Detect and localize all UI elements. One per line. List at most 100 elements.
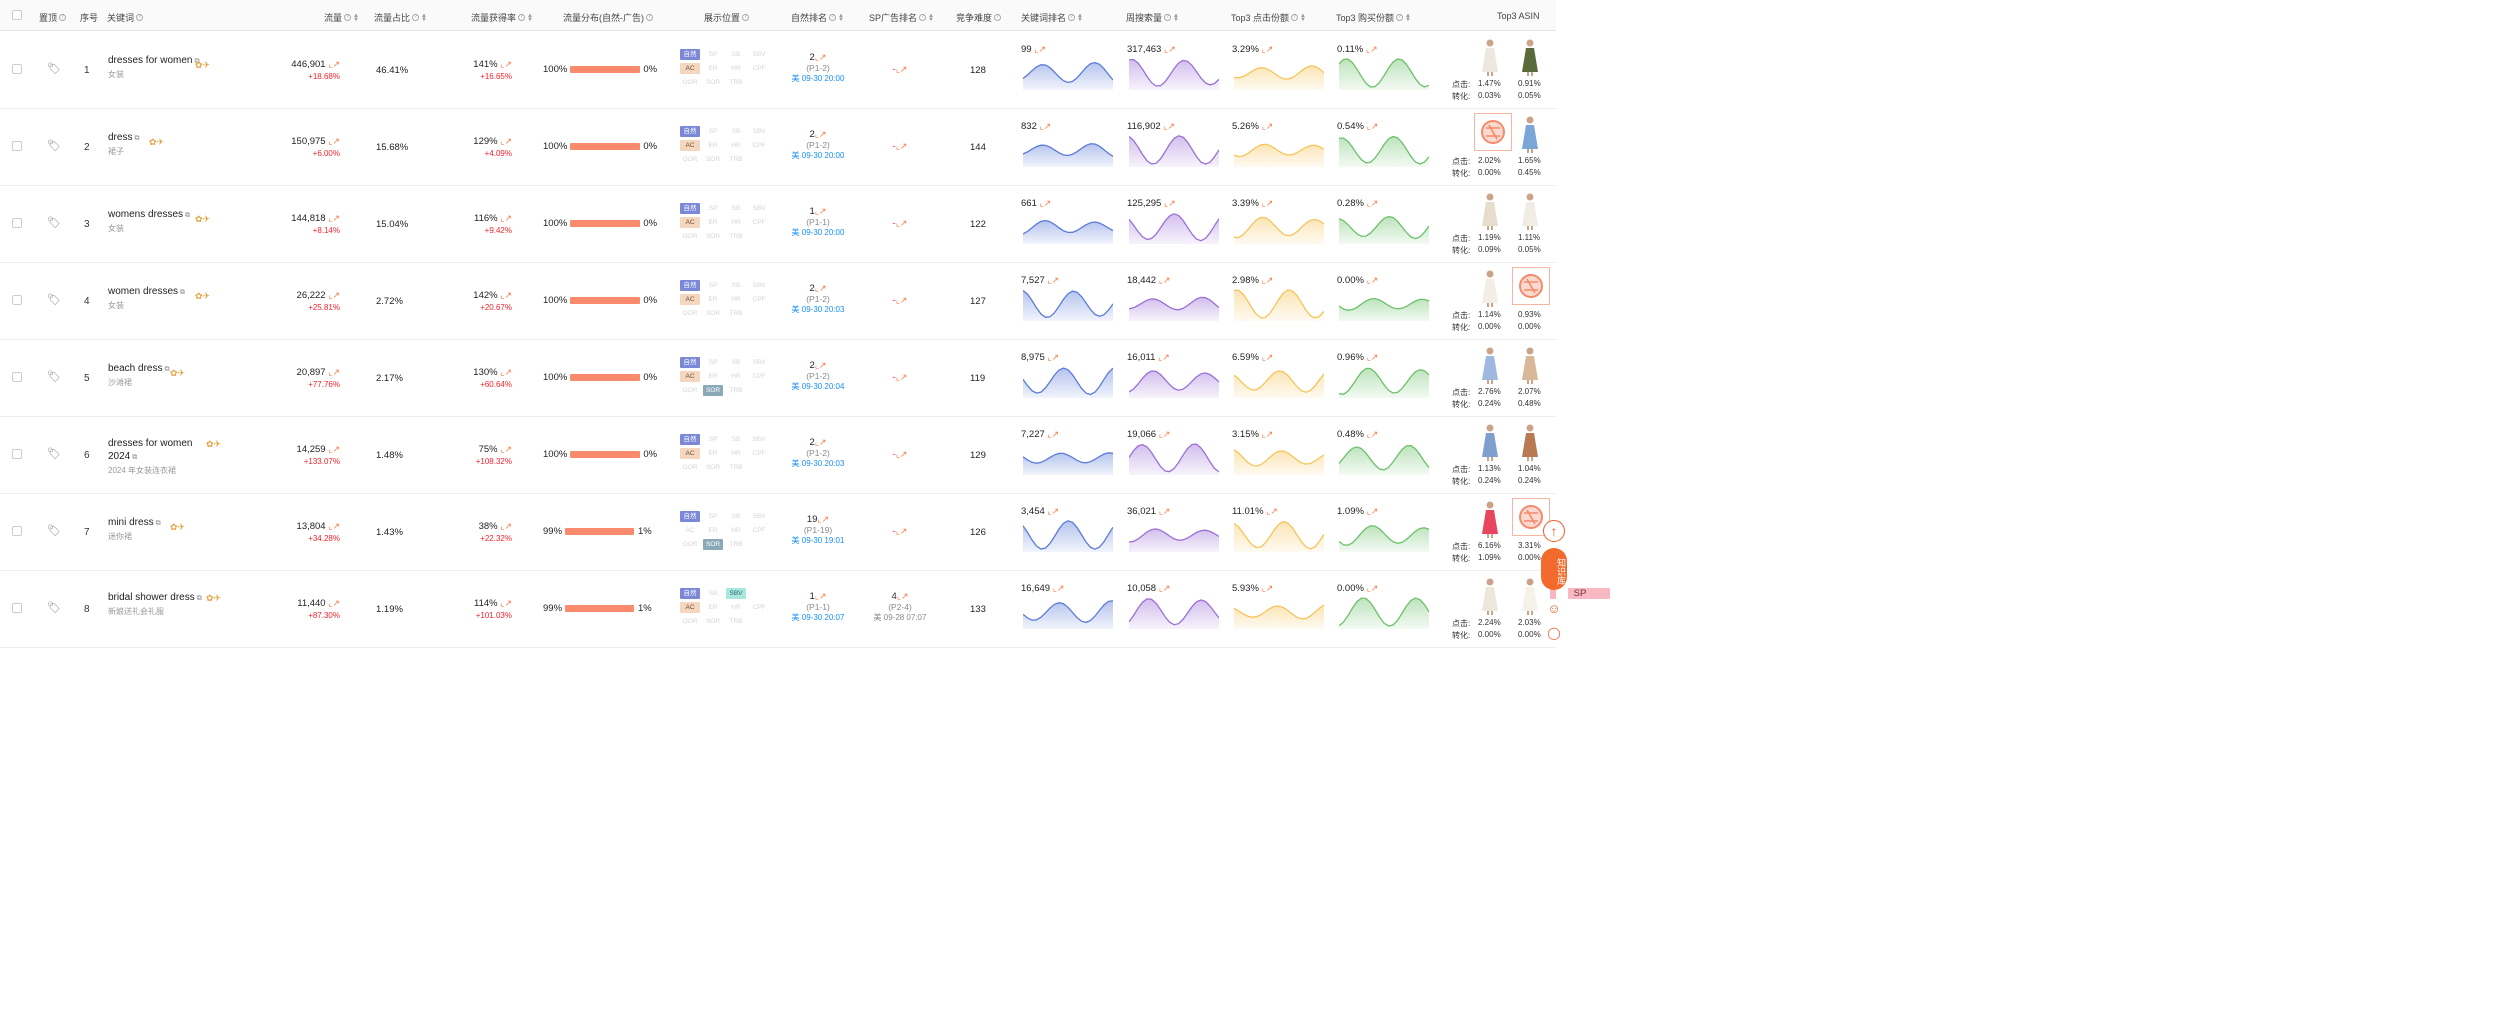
rank-timestamp[interactable]: 美 09-30 20:04 (788, 381, 848, 392)
sort-icon[interactable]: ▲ ▼ (1405, 13, 1411, 23)
trend-chart-icon[interactable]: ⌞↗ (896, 218, 908, 228)
trend-chart-icon[interactable]: ⌞↗ (1262, 583, 1274, 593)
product-thumbnail[interactable] (1478, 577, 1502, 615)
tag-icon[interactable]: 🏷 (47, 62, 61, 75)
row-checkbox[interactable] (12, 64, 22, 74)
trend-chart-icon[interactable]: ⌞↗ (1164, 198, 1176, 208)
trend-chart-icon[interactable]: ⌞↗ (1366, 44, 1378, 54)
trend-chart-icon[interactable]: ⌞↗ (500, 598, 512, 608)
product-thumbnail[interactable] (1474, 113, 1512, 151)
sort-icon[interactable]: ▲ ▼ (928, 13, 934, 23)
table-row[interactable]: 🏷 1 dresses for women ⧉ 女装 ✿✈ 446,901 ⌞↗ +18.68… (0, 32, 1556, 109)
product-thumbnail[interactable] (1478, 192, 1502, 230)
trend-chart-icon[interactable]: ⌞↗ (328, 290, 340, 300)
header-traffic-share[interactable]: 流量占比? ▲ ▼ (374, 11, 427, 24)
help-icon[interactable]: ? (344, 14, 352, 21)
trend-chart-icon[interactable]: ⌞↗ (500, 59, 512, 69)
trend-chart-icon[interactable]: ⌞↗ (500, 444, 512, 454)
product-thumbnail[interactable] (1518, 38, 1542, 76)
trend-chart-icon[interactable]: ⌞↗ (1367, 583, 1379, 593)
header-acquisition-rate[interactable]: 流量获得率? ▲ ▼ (471, 11, 533, 24)
row-checkbox[interactable] (12, 295, 22, 305)
trend-chart-icon[interactable]: ⌞↗ (1163, 121, 1175, 131)
select-all-checkbox[interactable] (12, 10, 22, 20)
product-thumbnail[interactable] (1478, 38, 1502, 76)
trend-chart-icon[interactable]: ⌞↗ (896, 449, 908, 459)
help-icon[interactable]: ? (59, 14, 67, 21)
trend-chart-icon[interactable]: ⌞↗ (1262, 275, 1274, 285)
row-checkbox[interactable] (12, 603, 22, 613)
help-icon[interactable]: ? (829, 14, 837, 21)
keyword-text[interactable]: bridal shower dress ⧉ (108, 591, 208, 605)
trend-chart-icon[interactable]: ⌞↗ (897, 591, 909, 601)
trend-chart-icon[interactable]: ⌞↗ (1159, 506, 1171, 516)
help-icon[interactable]: ? (1164, 14, 1172, 21)
back-to-top-icon[interactable]: ↑ (1543, 520, 1565, 542)
tag-icon[interactable]: 🏷 (47, 370, 61, 383)
trend-chart-icon[interactable]: ⌞↗ (1040, 121, 1052, 131)
rank-timestamp[interactable]: 美 09-30 20:00 (788, 150, 848, 161)
product-thumbnail[interactable] (1518, 115, 1542, 153)
help-icon[interactable]: ? (1396, 14, 1404, 21)
trend-chart-icon[interactable]: ⌞↗ (1262, 121, 1274, 131)
knowledge-base-button[interactable]: 知识库 (1541, 548, 1567, 590)
trend-chart-icon[interactable]: ⌞↗ (1159, 583, 1171, 593)
trend-chart-icon[interactable]: ⌞↗ (500, 136, 512, 146)
rank-timestamp[interactable]: 美 09-30 19:01 (788, 535, 848, 546)
copy-icon[interactable]: ⧉ (180, 286, 185, 299)
product-thumbnail[interactable] (1478, 346, 1502, 384)
table-row[interactable]: 🏷 8 bridal shower dress ⧉ 新娘送礼会礼服 ✿✈ 11,440 ⌞↗… (0, 571, 1610, 648)
keyword-text[interactable]: women dresses ⧉ (108, 285, 208, 299)
trend-chart-icon[interactable]: ⌞↗ (1367, 429, 1379, 439)
trend-chart-icon[interactable]: ⌞↗ (1047, 275, 1059, 285)
sort-icon[interactable]: ▲ ▼ (1077, 13, 1083, 23)
product-thumbnail[interactable] (1518, 192, 1542, 230)
help-icon[interactable]: ? (994, 14, 1002, 21)
trend-chart-icon[interactable]: ⌞↗ (500, 213, 512, 223)
copy-icon[interactable]: ⧉ (132, 451, 137, 464)
trend-chart-icon[interactable]: ⌞↗ (328, 598, 340, 608)
tag-icon[interactable]: 🏷 (47, 216, 61, 229)
help-icon[interactable]: ? (646, 14, 653, 21)
trend-chart-icon[interactable]: ⌞↗ (1266, 506, 1278, 516)
trend-chart-icon[interactable]: ⌞↗ (1367, 275, 1379, 285)
trend-chart-icon[interactable]: ⌞↗ (1159, 275, 1171, 285)
table-row[interactable]: 🏷 4 women dresses ⧉ 女装 ✿✈ 26,222 ⌞↗ +25.81% 2.72… (0, 263, 1556, 340)
trend-chart-icon[interactable]: ⌞↗ (896, 295, 908, 305)
table-row[interactable]: 🏷 7 mini dress ⧉ 迷你裙 ✿✈ 13,804 ⌞↗ +34.28% 1.43% 3… (0, 494, 1556, 571)
product-thumbnail[interactable] (1512, 267, 1550, 305)
trend-chart-icon[interactable]: ⌞↗ (815, 283, 827, 293)
rank-timestamp[interactable]: 美 09-30 20:00 (788, 73, 848, 84)
header-traffic[interactable]: 流量? ▲ ▼ (324, 11, 359, 24)
help-icon[interactable]: ? (518, 14, 526, 21)
product-thumbnail[interactable] (1518, 423, 1542, 461)
product-thumbnail[interactable] (1518, 346, 1542, 384)
trend-chart-icon[interactable]: ⌞↗ (328, 136, 340, 146)
trend-chart-icon[interactable]: ⌞↗ (328, 213, 340, 223)
trend-chart-icon[interactable]: ⌞↗ (1040, 198, 1052, 208)
trend-chart-icon[interactable]: ⌞↗ (500, 367, 512, 377)
header-weekly-search[interactable]: 周搜索量? ▲ ▼ (1126, 11, 1179, 24)
trend-chart-icon[interactable]: ⌞↗ (896, 372, 908, 382)
trend-chart-icon[interactable]: ⌞↗ (815, 206, 827, 216)
trend-chart-icon[interactable]: ⌞↗ (1053, 583, 1065, 593)
copy-icon[interactable]: ⧉ (134, 132, 139, 145)
trend-chart-icon[interactable]: ⌞↗ (815, 360, 827, 370)
trend-chart-icon[interactable]: ⌞↗ (1164, 44, 1176, 54)
header-top3-purchase-share[interactable]: Top3 购买份额? ▲ ▼ (1336, 11, 1411, 24)
header-sp-ad-rank[interactable]: SP广告排名? ▲ ▼ (869, 11, 934, 24)
trend-chart-icon[interactable]: ⌞↗ (1367, 198, 1379, 208)
trend-chart-icon[interactable]: ⌞↗ (328, 59, 340, 69)
product-thumbnail[interactable] (1478, 423, 1502, 461)
trend-chart-icon[interactable]: ⌞↗ (1367, 352, 1379, 362)
copy-icon[interactable]: ⧉ (156, 517, 161, 530)
table-row[interactable]: 🏷 3 womens dresses ⧉ 女装 ✿✈ 144,818 ⌞↗ +8.14% 15.… (0, 186, 1556, 263)
sort-icon[interactable]: ▲ ▼ (527, 13, 533, 23)
trend-chart-icon[interactable]: ⌞↗ (1262, 352, 1274, 362)
rank-timestamp[interactable]: 美 09-30 20:03 (788, 458, 848, 469)
row-checkbox[interactable] (12, 449, 22, 459)
trend-chart-icon[interactable]: ⌞↗ (328, 367, 340, 377)
table-row[interactable]: 🏷 5 beach dress ⧉ 沙滩裙 ✿✈ 20,897 ⌞↗ +77.76% 2.17%… (0, 340, 1556, 417)
tag-icon[interactable]: 🏷 (47, 293, 61, 306)
tag-icon[interactable]: 🏷 (47, 139, 61, 152)
